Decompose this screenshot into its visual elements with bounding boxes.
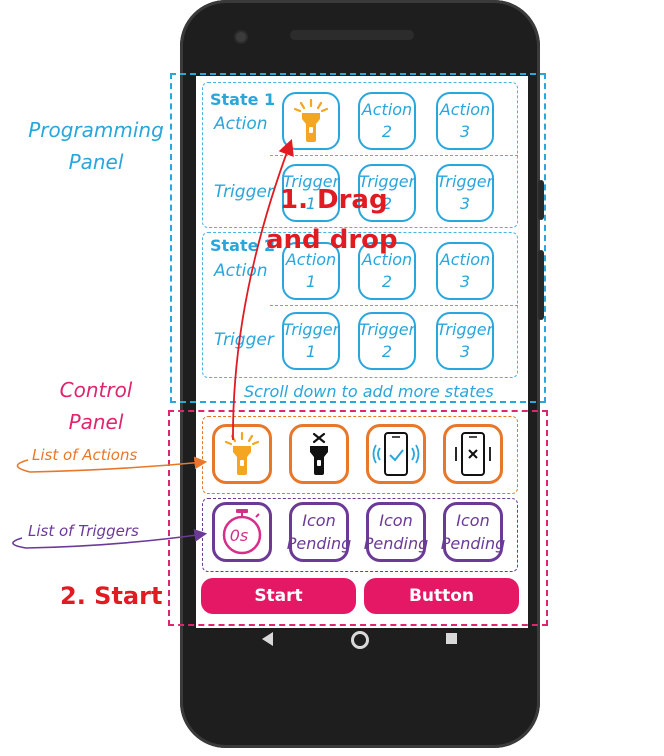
actions-pointer-arrow [16,456,208,473]
annotation-arrows [12,138,294,549]
triggers-pointer-arrow [12,529,208,549]
drag-drop-annotation: 1. Drag and drop [266,185,398,255]
